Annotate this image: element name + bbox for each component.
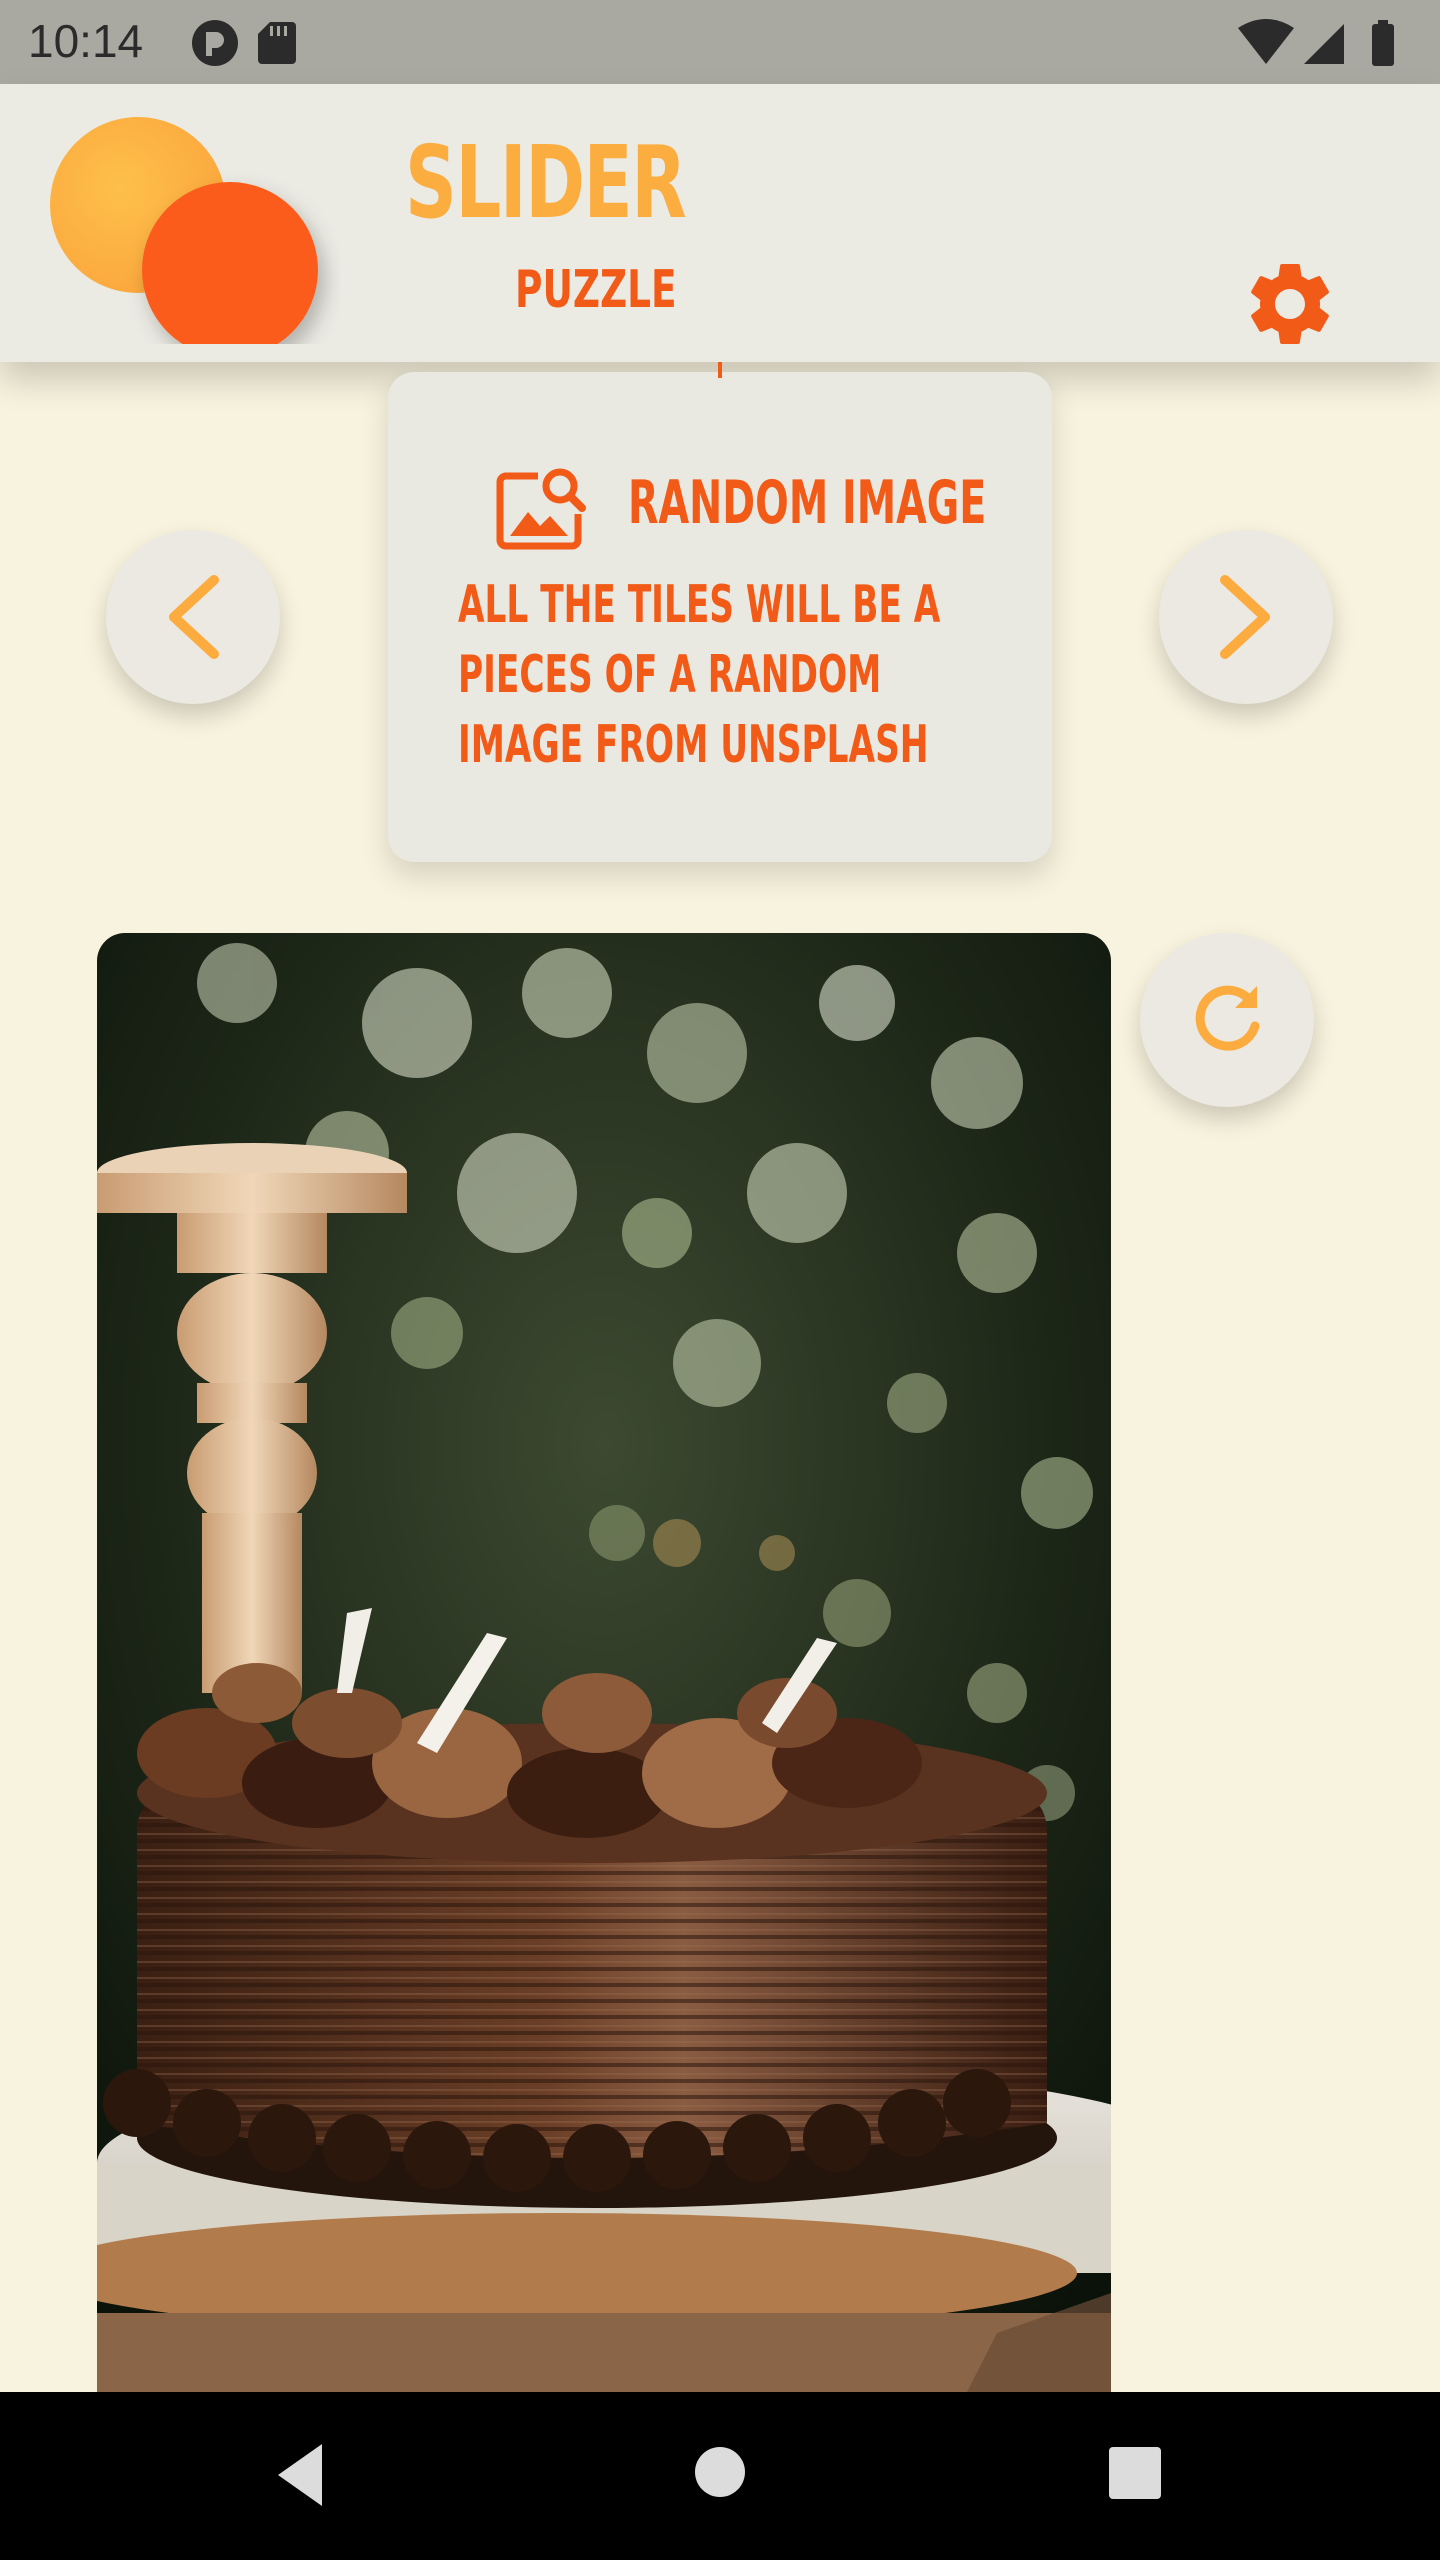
status-right-icons xyxy=(1238,18,1418,73)
chevron-right-icon xyxy=(1220,575,1270,659)
mode-description: ALL THE TILES WILL BE A PIECES OF A RAND… xyxy=(458,575,941,775)
mode-title: RANDOM IMAGE xyxy=(628,468,987,538)
app-logo xyxy=(50,117,318,344)
previous-mode-button[interactable] xyxy=(106,530,280,704)
app-header: SLIDER PUZZLE xyxy=(0,84,1440,362)
refresh-icon xyxy=(1195,985,1260,1051)
gear-icon xyxy=(1251,264,1329,344)
puzzle-image[interactable] xyxy=(97,933,1111,2392)
next-mode-button[interactable] xyxy=(1159,530,1333,704)
status-time: 10:14 xyxy=(28,15,144,67)
recents-square-icon[interactable] xyxy=(1108,2446,1162,2500)
card-indicator xyxy=(718,362,722,378)
back-triangle-icon[interactable] xyxy=(270,2440,330,2510)
settings-button[interactable] xyxy=(1240,254,1340,354)
chevron-left-icon xyxy=(169,575,219,659)
battery-icon xyxy=(1372,20,1394,66)
refresh-image-button[interactable] xyxy=(1140,933,1314,1107)
sync-icon xyxy=(192,20,238,66)
wifi-icon xyxy=(1238,19,1294,64)
image-search-icon xyxy=(496,468,586,550)
cellular-icon xyxy=(1304,24,1344,64)
status-left-icons xyxy=(190,18,310,73)
status-bar: 10:14 xyxy=(0,0,1440,84)
app-subtitle: PUZZLE xyxy=(515,260,677,320)
system-navigation-bar xyxy=(0,2392,1440,2560)
app-title: SLIDER xyxy=(405,124,687,241)
home-circle-icon[interactable] xyxy=(694,2446,746,2498)
mode-card[interactable]: RANDOM IMAGE ALL THE TILES WILL BE A PIE… xyxy=(388,362,1052,862)
sd-card-icon xyxy=(258,22,296,64)
